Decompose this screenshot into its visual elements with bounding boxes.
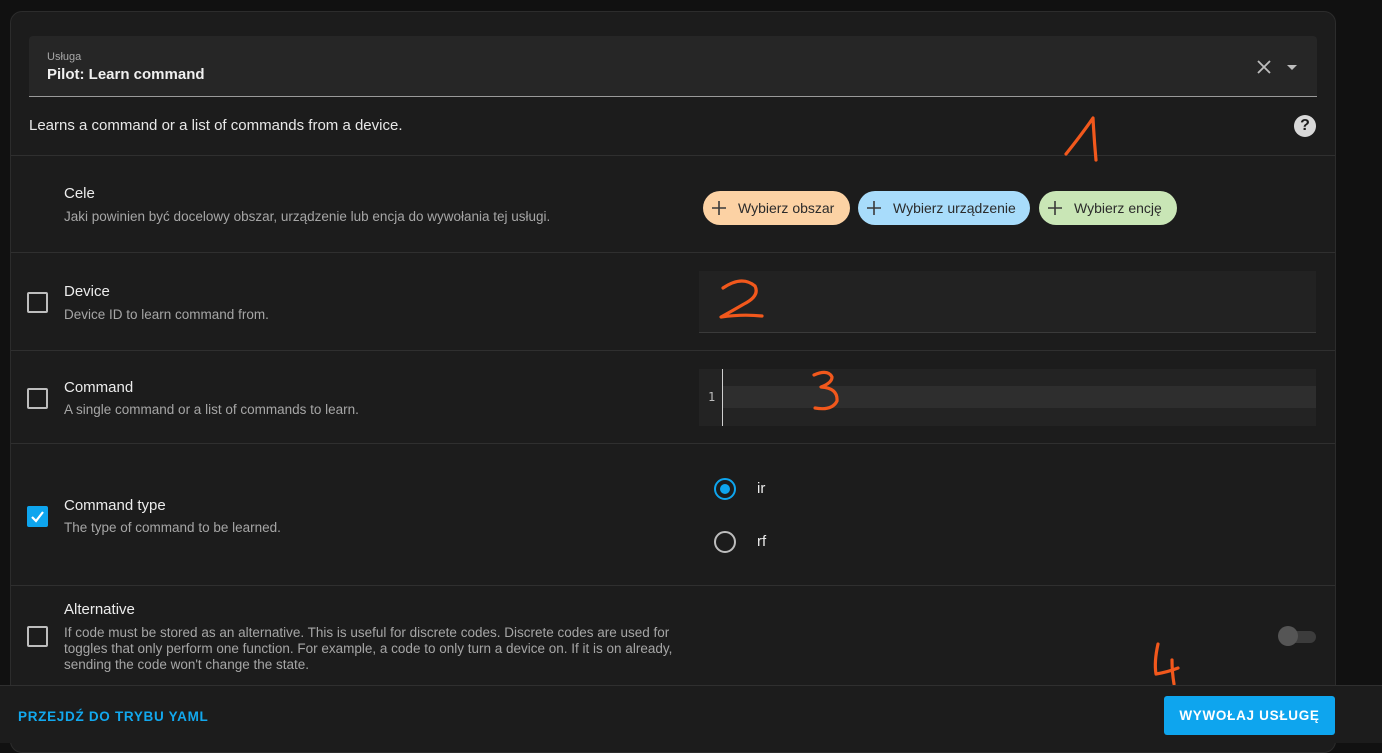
divider <box>11 443 1335 444</box>
device-input[interactable] <box>699 271 1316 333</box>
yaml-mode-button[interactable]: PRZEJDŹ DO TRYBU YAML <box>18 709 208 724</box>
plus-icon <box>709 198 729 218</box>
line-number: 1 <box>708 390 716 404</box>
radio-rf-label: rf <box>757 533 767 550</box>
clear-icon[interactable] <box>1255 58 1273 76</box>
divider <box>11 155 1335 156</box>
command-checkbox[interactable] <box>27 388 48 409</box>
choose-area-button[interactable]: Wybierz obszar <box>703 191 850 225</box>
device-title: Device <box>64 283 110 300</box>
service-value: Pilot: Learn command <box>47 66 205 83</box>
choose-device-label: Wybierz urządzenie <box>893 200 1016 216</box>
alternative-toggle[interactable] <box>1278 625 1316 647</box>
plus-icon <box>1045 198 1065 218</box>
checkmark-icon <box>31 511 44 523</box>
alternative-title: Alternative <box>64 601 135 618</box>
choose-area-label: Wybierz obszar <box>738 200 835 216</box>
chevron-down-icon[interactable] <box>1283 58 1301 76</box>
command-code-editor[interactable]: 1 <box>699 369 1316 426</box>
device-checkbox[interactable] <box>27 292 48 313</box>
service-select[interactable]: Usługa Pilot: Learn command <box>29 36 1317 97</box>
choose-device-button[interactable]: Wybierz urządzenie <box>858 191 1030 225</box>
editor-active-line[interactable] <box>723 386 1316 408</box>
command-type-subtitle: The type of command to be learned. <box>64 520 281 535</box>
targets-title: Cele <box>64 185 95 202</box>
divider <box>11 585 1335 586</box>
targets-subtitle: Jaki powinien być docelowy obszar, urząd… <box>64 209 551 224</box>
command-type-title: Command type <box>64 497 166 514</box>
dialog-footer: PRZEJDŹ DO TRYBU YAML WYWOŁAJ USŁUGĘ <box>0 685 1382 743</box>
radio-rf[interactable] <box>714 531 736 553</box>
call-service-button[interactable]: WYWOŁAJ USŁUGĘ <box>1164 696 1335 735</box>
plus-icon <box>864 198 884 218</box>
radio-ir-label: ir <box>757 480 766 497</box>
command-title: Command <box>64 379 134 396</box>
device-subtitle: Device ID to learn command from. <box>64 307 269 322</box>
command-subtitle: A single command or a list of commands t… <box>64 402 359 417</box>
service-description: Learns a command or a list of commands f… <box>29 117 403 134</box>
choose-entity-button[interactable]: Wybierz encję <box>1039 191 1177 225</box>
service-label: Usługa <box>47 51 82 63</box>
service-card: Usługa Pilot: Learn command Learns a com… <box>10 11 1336 753</box>
divider <box>11 252 1335 253</box>
question-mark-icon[interactable]: ? <box>1294 115 1316 137</box>
alternative-checkbox[interactable] <box>27 626 48 647</box>
alternative-subtitle-line-1: If code must be stored as an alternative… <box>64 625 670 640</box>
command-type-checkbox[interactable] <box>27 506 48 527</box>
alternative-subtitle-line-3: sending the code won't change the state. <box>64 657 310 672</box>
radio-ir[interactable] <box>714 478 736 500</box>
toggle-thumb <box>1278 626 1298 646</box>
choose-entity-label: Wybierz encję <box>1074 200 1162 216</box>
alternative-subtitle-line-2: toggles that only perform one function. … <box>64 641 673 656</box>
divider <box>11 350 1335 351</box>
